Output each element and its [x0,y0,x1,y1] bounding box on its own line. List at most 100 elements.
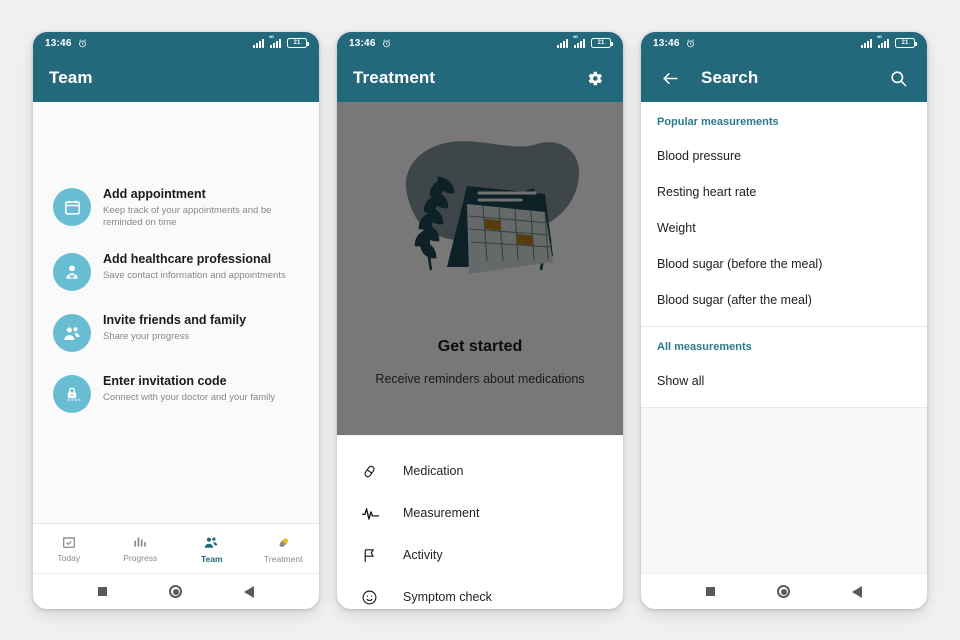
signal-secondary-icon [877,34,889,48]
app-bar-team: Team [33,54,319,102]
arrow-back-icon[interactable] [657,65,683,91]
signal-icon [253,38,264,48]
status-bar-icons: 21 [557,34,613,48]
list-item[interactable]: Resting heart rate [641,174,927,210]
treatment-body: Get started Receive reminders about medi… [337,102,623,609]
search-body: Popular measurements Blood pressure Rest… [641,102,927,609]
team-body: Add appointment Keep track of your appoi… [33,102,319,609]
recents-button[interactable] [706,587,715,596]
tab-progress[interactable]: Progress [105,534,177,563]
sheet-item-label: Symptom check [403,590,492,604]
lock-code-icon: ✳✳✳✳ [53,375,91,414]
tab-label: Progress [123,553,158,563]
people-icon [53,314,91,353]
list-item[interactable]: Blood sugar (before the meal) [641,246,927,282]
section-all-measurements: All measurements Show all [641,327,927,407]
sheet-item-measurement[interactable]: Measurement [337,492,623,534]
tab-treatment[interactable]: Treatment [248,534,320,564]
signal-secondary-icon [573,34,585,48]
smiley-icon [361,589,391,606]
modal-scrim[interactable] [337,102,623,449]
list-item-invite-friends-and-family[interactable]: Invite friends and family Share your pro… [33,312,319,353]
phone-screen-treatment: 13:46 21 Treatment [337,32,623,609]
status-bar-time: 13:46 [653,37,680,49]
doctor-icon [53,253,91,292]
list-item-enter-invitation-code[interactable]: ✳✳✳✳ Enter invitation code Connect with … [33,373,319,414]
team-action-list: Add appointment Keep track of your appoi… [33,102,319,523]
signal-secondary-icon [269,34,281,48]
tab-team[interactable]: Team [176,534,248,564]
battery-level: 21 [597,40,605,46]
tab-label: Today [57,553,81,563]
list-item-title: Add healthcare professional [103,252,272,267]
alarm-icon [686,38,695,48]
list-item[interactable]: Blood pressure [641,138,927,174]
section-heading: Popular measurements [657,116,779,128]
app-bar-treatment: Treatment [337,54,623,102]
battery-level: 21 [293,40,301,46]
sheet-item-label: Measurement [403,506,480,520]
list-item[interactable]: Show all [641,363,927,399]
status-bar: 13:46 21 [641,32,927,54]
status-bar-icons: 21 [861,34,917,48]
list-item[interactable]: Weight [641,210,927,246]
page-title: Team [49,68,93,87]
page-title: Search [701,68,759,87]
android-nav-bar [641,573,927,609]
list-item-title: Add appointment [103,187,206,201]
tab-label: Treatment [264,553,303,564]
section-popular-measurements: Popular measurements Blood pressure Rest… [641,102,927,326]
bottom-sheet-list: Medication Measurement Activity Symptom … [337,436,623,609]
tab-label: Team [200,553,223,564]
back-button[interactable] [244,585,254,598]
people-icon [203,534,220,551]
list-item-subtitle: Connect with your doctor and your family [103,391,276,403]
status-bar: 13:46 21 [337,32,623,54]
search-icon[interactable] [885,65,911,91]
app-bar-search: Search [641,54,927,102]
battery-icon: 21 [895,38,917,48]
empty-space [641,408,927,573]
sheet-item-activity[interactable]: Activity [337,534,623,576]
bottom-sheet-add-entry: Medication Measurement Activity Symptom … [337,435,623,609]
alarm-icon [382,38,391,48]
list-item-title: Invite friends and family [103,313,247,328]
today-check-icon [61,534,77,550]
list-item-subtitle: Share your progress [103,330,190,342]
signal-icon [861,38,872,48]
battery-icon: 21 [287,38,309,48]
page-title: Treatment [353,68,436,87]
sheet-item-medication[interactable]: Medication [337,450,623,492]
pulse-icon [361,504,391,523]
calendar-icon [53,188,91,226]
phone-screen-team: 13:46 21 Team [33,32,319,609]
recents-button[interactable] [98,587,107,596]
status-bar-icons: 21 [253,34,309,48]
back-button[interactable] [852,585,862,598]
section-heading: All measurements [657,341,752,353]
sheet-item-label: Activity [403,548,443,562]
pill-icon [361,463,391,480]
status-bar-time: 13:46 [349,37,376,49]
signal-icon [557,38,568,48]
list-item-subtitle: Save contact information and appointment… [103,269,286,281]
list-item[interactable]: Blood sugar (after the meal) [641,282,927,318]
android-nav-bar [33,573,319,609]
sheet-item-label: Medication [403,464,464,478]
phone-screen-search: 13:46 21 Search [641,32,927,609]
list-item-title: Enter invitation code [103,374,227,389]
home-button[interactable] [777,585,790,598]
sheet-item-symptom-check[interactable]: Symptom check [337,576,623,609]
tab-today[interactable]: Today [33,534,105,563]
status-bar: 13:46 21 [33,32,319,54]
list-item-subtitle: Keep track of your appointments and be r… [103,204,272,229]
list-item-add-healthcare-professional[interactable]: Add healthcare professional Save contact… [33,251,319,292]
battery-icon: 21 [591,38,613,48]
list-item-add-appointment[interactable]: Add appointment Keep track of your appoi… [33,186,319,230]
svg-text:✳✳✳✳: ✳✳✳✳ [67,398,81,403]
screenshot-stage: 13:46 21 Team [0,0,960,640]
battery-level: 21 [901,40,909,46]
pill-icon [275,534,292,551]
gear-icon[interactable] [581,65,607,91]
home-button[interactable] [169,585,182,598]
